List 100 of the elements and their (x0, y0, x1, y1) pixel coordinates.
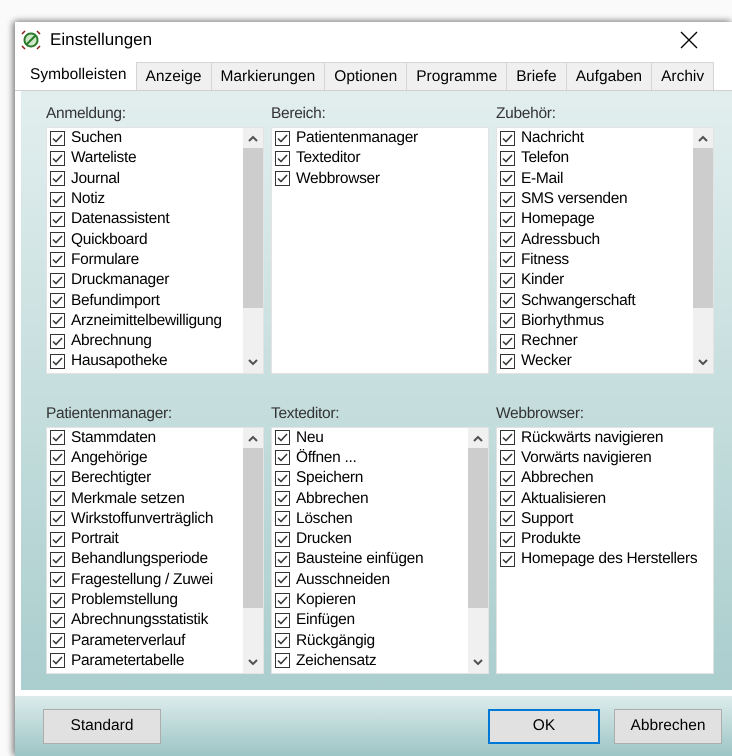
checkbox-label[interactable]: Abbrechen (296, 490, 368, 508)
checkbox[interactable] (50, 232, 65, 248)
checkbox-label[interactable]: Abbrechen (521, 469, 594, 488)
checkbox[interactable] (500, 232, 515, 248)
tab[interactable]: Programme (406, 62, 508, 90)
checkbox-label[interactable]: Abrechnungsstatistik (71, 611, 208, 630)
checkbox[interactable] (500, 313, 515, 328)
checkbox-label[interactable]: Homepage (521, 210, 594, 228)
checkbox[interactable] (275, 511, 290, 526)
checkbox[interactable] (50, 192, 65, 207)
checkbox[interactable] (50, 450, 65, 466)
checkbox[interactable] (50, 430, 65, 446)
checkbox[interactable] (500, 171, 515, 186)
checkbox[interactable] (50, 150, 65, 166)
checkbox-label[interactable]: Datenassistent (71, 210, 170, 228)
checkbox[interactable] (500, 252, 515, 268)
dialog-button[interactable]: Abbrechen (614, 708, 722, 744)
checkbox[interactable] (500, 552, 515, 567)
checkbox-label[interactable]: Rückwärts navigieren (521, 428, 664, 447)
dialog-button[interactable]: Standard (43, 708, 161, 744)
checkbox[interactable] (275, 633, 290, 648)
checkbox-label[interactable]: Hausapotheke (71, 352, 168, 370)
checkbox-label[interactable]: Angehörige (71, 448, 148, 467)
checkbox-label[interactable]: Fragestellung / Zuwei (71, 570, 213, 589)
checkbox[interactable] (50, 470, 65, 486)
tab[interactable]: Archiv (651, 62, 714, 90)
checkbox-label[interactable]: Löschen (296, 510, 353, 528)
checkbox[interactable] (50, 354, 65, 369)
checkbox[interactable] (275, 130, 290, 146)
checkbox[interactable] (50, 171, 65, 186)
checkbox[interactable] (275, 653, 290, 668)
checkbox-label[interactable]: Abrechnung (71, 332, 152, 350)
checkbox[interactable] (500, 150, 515, 166)
checkbox-label[interactable]: Homepage des Herstellers (521, 550, 698, 568)
checkbox-label[interactable]: Notiz (71, 190, 105, 208)
tab[interactable]: Aufgaben (566, 62, 652, 90)
checkbox-label[interactable]: E-Mail (521, 170, 564, 188)
checkbox[interactable] (50, 511, 65, 526)
checkbox-label[interactable]: Drucken (296, 530, 352, 548)
tab[interactable]: Anzeige (136, 62, 212, 90)
checkbox[interactable] (275, 491, 290, 506)
checkbox-label[interactable]: Nachricht (521, 129, 584, 148)
checkbox[interactable] (500, 334, 515, 349)
checkbox-label[interactable]: Fitness (521, 250, 569, 269)
checkbox-label[interactable]: Ausschneiden (296, 570, 390, 589)
checkbox[interactable] (50, 313, 65, 328)
dialog-button[interactable]: OK (488, 708, 600, 744)
checkbox[interactable] (50, 272, 65, 288)
checkbox[interactable] (500, 491, 515, 506)
checkbox-label[interactable]: Bausteine einfügen (296, 550, 424, 568)
checkbox-label[interactable]: Warteliste (71, 149, 136, 168)
checkbox-label[interactable]: Speichern (296, 469, 364, 488)
checkbox[interactable] (275, 171, 290, 186)
scroll-thumb[interactable] (468, 448, 488, 608)
checkbox[interactable] (500, 470, 515, 486)
checkbox-label[interactable]: Rückgängig (296, 632, 375, 650)
checkbox-label[interactable]: Behandlungsperiode (71, 550, 208, 568)
checkbox[interactable] (50, 212, 65, 227)
checkbox-label[interactable]: Webbrowser (296, 170, 380, 188)
checkbox[interactable] (500, 272, 515, 288)
scrollbar[interactable] (468, 428, 488, 672)
checkbox[interactable] (500, 532, 515, 547)
checkbox[interactable] (500, 212, 515, 227)
checkbox-label[interactable]: Wirkstoffunverträglich (71, 510, 214, 528)
checkbox-label[interactable]: Support (521, 510, 574, 528)
checkbox-label[interactable]: Adressbuch (521, 230, 600, 249)
checkbox-label[interactable]: Journal (71, 170, 120, 188)
checkbox-label[interactable]: Einfügen (296, 611, 355, 630)
checkbox-label[interactable]: Vorwärts navigieren (521, 448, 652, 467)
checkbox-label[interactable]: Kopieren (296, 591, 356, 610)
checkbox-label[interactable]: Merkmale setzen (71, 490, 185, 508)
checkbox[interactable] (275, 592, 290, 608)
checkbox-label[interactable]: Druckmanager (71, 271, 170, 290)
checkbox-label[interactable]: Wecker (521, 352, 572, 370)
checkbox-label[interactable]: Produkte (521, 530, 581, 548)
checkbox[interactable] (500, 354, 515, 369)
checkbox[interactable] (500, 293, 515, 308)
checkbox[interactable] (275, 430, 290, 446)
checkbox-label[interactable]: Schwangerschaft (521, 292, 636, 310)
checkbox-label[interactable]: Portrait (71, 530, 119, 548)
scroll-thumb[interactable] (243, 448, 263, 608)
checkbox-label[interactable]: Rechner (521, 332, 578, 350)
checkbox-label[interactable]: Neu (296, 428, 324, 447)
checkbox[interactable] (275, 532, 290, 547)
scroll-thumb[interactable] (243, 148, 263, 308)
checkbox[interactable] (275, 572, 290, 588)
scrollbar[interactable] (693, 128, 713, 373)
checkbox[interactable] (275, 612, 290, 628)
tab[interactable]: Markierungen (210, 62, 326, 90)
checkbox-label[interactable]: SMS versenden (521, 190, 628, 208)
checkbox[interactable] (275, 470, 290, 486)
checkbox[interactable] (500, 511, 515, 526)
checkbox-label[interactable]: Stammdaten (71, 428, 156, 447)
checkbox[interactable] (50, 293, 65, 308)
checkbox-label[interactable]: Patientenmanager (296, 129, 418, 148)
checkbox-label[interactable]: Aktualisieren (521, 490, 606, 508)
checkbox[interactable] (275, 450, 290, 466)
checkbox-label[interactable]: Texteditor (296, 149, 360, 168)
checkbox-label[interactable]: Telefon (521, 149, 569, 168)
checkbox[interactable] (50, 130, 65, 146)
